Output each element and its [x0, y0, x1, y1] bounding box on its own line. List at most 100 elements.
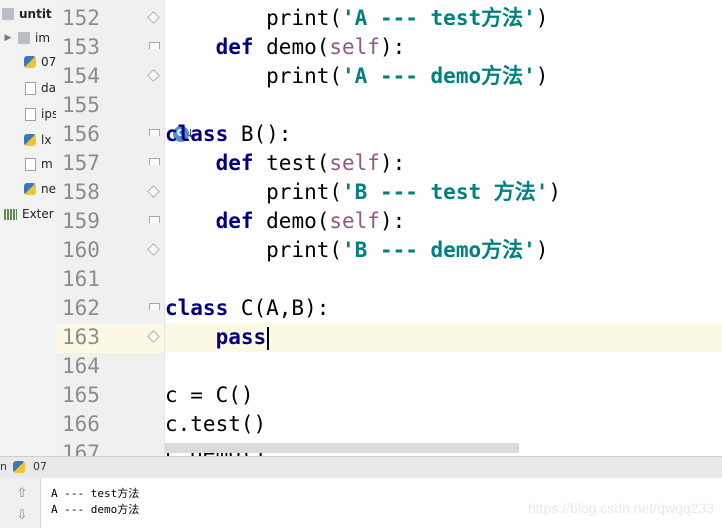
code-line[interactable]: def test(self):	[165, 149, 722, 178]
fold-marker-icon[interactable]	[149, 303, 160, 314]
file-icon	[25, 107, 36, 121]
code-line[interactable]: c = C()	[165, 381, 722, 410]
code-line[interactable]: def demo(self):	[165, 33, 722, 62]
token-fn: print	[266, 6, 330, 30]
token: ):	[379, 209, 406, 233]
project-root-label: untit	[19, 7, 52, 21]
code-line[interactable]: print('B --- test 方法')	[165, 178, 722, 207]
tree-item[interactable]: ▶ im	[0, 26, 51, 50]
fold-marker-icon[interactable]	[149, 42, 160, 53]
code-line[interactable]: c.test()	[165, 410, 722, 439]
tree-item[interactable]: da	[25, 76, 56, 100]
project-root[interactable]: untit	[2, 2, 52, 26]
token-kw: class	[165, 296, 229, 320]
token: (	[329, 64, 343, 88]
tree-item-label: 07	[41, 55, 57, 69]
line-number: 163	[62, 325, 100, 349]
fold-glyph	[149, 158, 160, 165]
fold-glyph	[149, 42, 160, 49]
fold-marker-icon[interactable]	[149, 129, 160, 140]
code-line[interactable]	[165, 352, 722, 381]
python-file-icon	[24, 183, 36, 195]
code-line[interactable]: print('B --- demo方法')	[165, 236, 722, 265]
tree-item[interactable]: m	[25, 152, 53, 176]
console-output-line: A --- test方法	[51, 487, 140, 500]
expand-arrow-icon[interactable]: ▶	[2, 33, 14, 43]
code-line[interactable]: pass	[165, 323, 722, 352]
fold-marker-icon[interactable]	[147, 243, 160, 256]
console-output-line: A --- demo方法	[51, 503, 140, 516]
line-number: 157	[62, 151, 100, 175]
tree-item-label: lx	[41, 133, 52, 147]
line-number: 156	[62, 122, 100, 146]
run-toolbar: ⇧ ⇩	[0, 478, 41, 528]
tree-item-label: Exter	[22, 207, 54, 221]
fold-glyph	[149, 129, 160, 136]
fold-marker-icon[interactable]	[147, 330, 160, 343]
token-self: self	[329, 35, 380, 59]
token-str: 'B --- test 方法'	[342, 180, 549, 204]
token-self: self	[329, 209, 380, 233]
fold-marker-icon[interactable]	[149, 216, 160, 227]
token: )	[535, 238, 549, 262]
fold-marker-icon[interactable]	[147, 11, 160, 24]
run-tab-label[interactable]: n	[0, 460, 7, 473]
line-number: 162	[62, 296, 100, 320]
line-number: 153	[62, 35, 100, 59]
run-config-name[interactable]: 07	[33, 460, 47, 473]
text-caret	[267, 326, 270, 350]
line-number: 158	[62, 180, 100, 204]
token: (	[329, 238, 343, 262]
library-icon	[4, 208, 17, 220]
token: demo(	[253, 35, 330, 59]
fold-glyph	[147, 185, 160, 198]
token-kw: class	[165, 122, 229, 146]
tree-item-external-libraries[interactable]: Exter	[4, 202, 54, 226]
token: c.test()	[165, 412, 267, 436]
token: test(	[253, 151, 330, 175]
editor-gutter: 152 153 154 155 156 157 158 159 160 161 162 163 164 1…	[56, 0, 195, 465]
fold-marker-icon[interactable]	[147, 185, 160, 198]
token-fn: print	[266, 64, 330, 88]
code-line[interactable]	[165, 265, 722, 294]
horizontal-scrollbar[interactable]	[165, 443, 519, 453]
code-line[interactable]: print('A --- demo方法')	[165, 62, 722, 91]
token: B():	[228, 122, 292, 146]
token-fn: print	[266, 238, 330, 262]
token-str: 'A --- demo方法'	[342, 64, 536, 88]
code-line[interactable]	[165, 91, 722, 120]
scroll-down-icon[interactable]: ⇩	[14, 508, 30, 524]
tree-item[interactable]: 07	[24, 50, 56, 74]
token-kw: pass	[215, 325, 267, 349]
project-tree-panel: untit ▶ im 07 da ips lx m ne Exter	[0, 0, 57, 456]
folder-icon	[2, 8, 14, 20]
token: ):	[379, 35, 406, 59]
fold-glyph	[147, 69, 160, 82]
token: (	[329, 6, 343, 30]
code-line[interactable]: class B():	[165, 120, 722, 149]
fold-marker-icon[interactable]	[149, 158, 160, 169]
line-number: 166	[62, 412, 100, 436]
python-file-icon	[13, 461, 25, 473]
tree-item[interactable]: ne	[24, 177, 56, 201]
token-kw: def	[215, 35, 254, 59]
code-line[interactable]: def demo(self):	[165, 207, 722, 236]
tree-item[interactable]: ips	[25, 102, 57, 126]
fold-glyph	[149, 303, 160, 310]
tree-item[interactable]: lx	[24, 128, 51, 152]
token: ):	[379, 151, 406, 175]
code-editor[interactable]: print('A --- test方法') def demo(self): pr…	[165, 0, 722, 456]
token: )	[535, 64, 549, 88]
tree-item-label: ips	[41, 107, 57, 121]
fold-marker-icon[interactable]	[147, 69, 160, 82]
code-line[interactable]: print('A --- test方法')	[165, 4, 722, 33]
watermark: https://blog.csdn.net/qwqq233	[527, 500, 714, 516]
token-self: self	[329, 151, 380, 175]
token-str: 'A --- test方法'	[342, 6, 536, 30]
scroll-up-icon[interactable]: ⇧	[14, 486, 30, 502]
code-line[interactable]: class C(A,B):	[165, 294, 722, 323]
